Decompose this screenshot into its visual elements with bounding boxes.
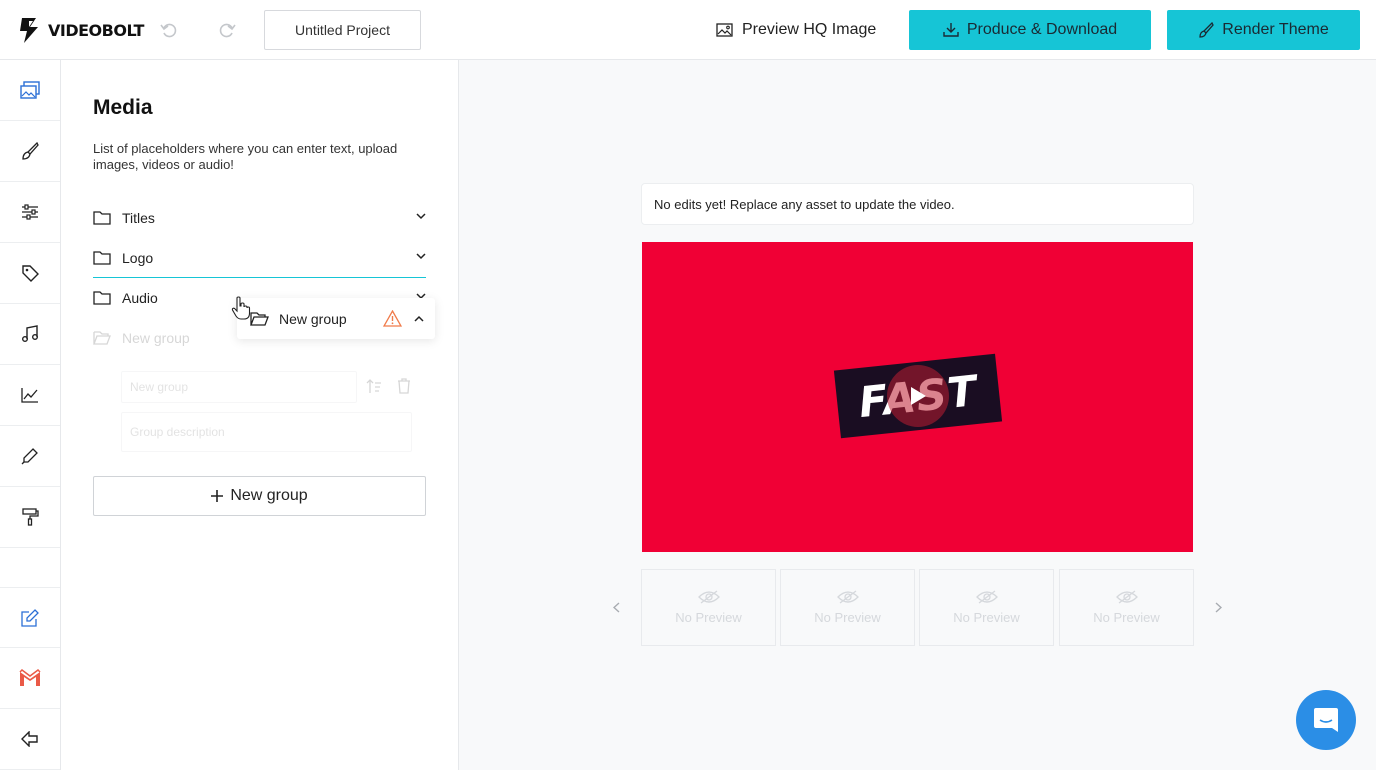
- group-row-titles[interactable]: Titles: [93, 198, 426, 238]
- dragged-group-card[interactable]: New group: [237, 298, 435, 339]
- image-icon: [716, 23, 733, 37]
- rail-media[interactable]: [0, 60, 60, 121]
- media-panel: Media List of placeholders where you can…: [61, 60, 459, 770]
- rail-adjustments[interactable]: [0, 182, 60, 243]
- thumbnails-prev-button[interactable]: [609, 600, 623, 614]
- open-folder-icon: [250, 311, 269, 326]
- sliders-icon: [22, 204, 38, 220]
- rail-brush[interactable]: [0, 121, 60, 182]
- group-label: Audio: [122, 290, 158, 306]
- hand-cursor-icon: [231, 296, 251, 320]
- rail-audio[interactable]: [0, 304, 60, 365]
- rail-edit[interactable]: [0, 587, 60, 648]
- folder-icon: [93, 291, 111, 305]
- dragged-group-label: New group: [279, 310, 347, 327]
- top-bar: VIDEOBOLT Untitled Project Preview HQ Im…: [0, 0, 1376, 60]
- thumbnail-label: No Preview: [1093, 610, 1160, 625]
- eye-off-icon: [975, 590, 998, 604]
- thumbnails-next-button[interactable]: [1211, 600, 1225, 614]
- group-label: New group: [122, 330, 190, 346]
- thumbnail-label: No Preview: [953, 610, 1020, 625]
- warning-icon: [383, 310, 402, 327]
- preview-hq-image-button[interactable]: Preview HQ Image: [710, 10, 885, 50]
- exit-icon: [21, 731, 38, 747]
- paint-roller-icon: [22, 508, 39, 526]
- eye-off-icon: [1115, 590, 1138, 604]
- logo-text: VIDEOBOLT: [48, 20, 144, 40]
- video-preview[interactable]: FAST: [642, 242, 1193, 552]
- panel-title: Media: [93, 96, 153, 119]
- folder-icon: [93, 250, 111, 265]
- no-edits-notice: No edits yet! Replace any asset to updat…: [641, 183, 1194, 225]
- play-icon: [911, 387, 926, 405]
- rail-paint[interactable]: [0, 487, 60, 548]
- rail-pen[interactable]: [0, 426, 60, 487]
- bolt-logo-icon: [20, 18, 38, 43]
- rail-exit[interactable]: [0, 709, 60, 770]
- trash-icon: [398, 378, 410, 394]
- brush-icon: [1199, 22, 1215, 38]
- redo-button[interactable]: [216, 19, 238, 41]
- logo[interactable]: VIDEOBOLT: [16, 15, 144, 45]
- preview-hq-label: Preview HQ Image: [742, 21, 877, 38]
- chevron-right-icon: [1215, 601, 1222, 613]
- ghost-group-description-input: Group description: [121, 412, 412, 452]
- group-label: Titles: [122, 210, 155, 226]
- rail-mail[interactable]: [0, 648, 60, 709]
- download-icon: [943, 23, 959, 37]
- folder-icon: [93, 211, 111, 225]
- sort-icon: [366, 379, 381, 393]
- eye-off-icon: [836, 590, 859, 604]
- redo-icon: [219, 23, 236, 38]
- chevron-left-icon: [612, 601, 619, 613]
- produce-download-button[interactable]: Produce & Download: [909, 10, 1151, 50]
- music-icon: [22, 325, 38, 342]
- thumbnail-2[interactable]: No Preview: [780, 569, 915, 646]
- tag-icon: [22, 265, 39, 282]
- undo-icon: [160, 23, 177, 38]
- eye-off-icon: [697, 590, 720, 604]
- pen-icon: [21, 448, 38, 465]
- rail-tags[interactable]: [0, 243, 60, 304]
- chat-icon: [1314, 708, 1338, 732]
- chart-icon: [21, 388, 38, 403]
- group-row-logo[interactable]: Logo: [93, 238, 426, 278]
- panel-description: List of placeholders where you can enter…: [93, 141, 398, 172]
- ghost-group-name-input: New group: [121, 371, 357, 403]
- plus-icon: [211, 490, 224, 502]
- group-label: Logo: [122, 249, 154, 266]
- gmail-icon: [19, 669, 41, 686]
- project-name-field[interactable]: Untitled Project: [264, 10, 421, 50]
- preview-area: No edits yet! Replace any asset to updat…: [459, 60, 1376, 770]
- chevron-down-icon[interactable]: [416, 212, 426, 220]
- left-rail: [0, 60, 61, 770]
- new-group-button[interactable]: New group: [93, 476, 426, 516]
- play-button[interactable]: [887, 365, 949, 427]
- undo-button[interactable]: [158, 19, 180, 41]
- thumbnail-label: No Preview: [814, 610, 881, 625]
- chevron-down-icon[interactable]: [416, 252, 426, 260]
- new-group-label: New group: [230, 487, 308, 504]
- thumbnail-3[interactable]: No Preview: [919, 569, 1054, 646]
- media-icon: [20, 81, 40, 99]
- thumbnail-label: No Preview: [675, 610, 742, 625]
- render-theme-button[interactable]: Render Theme: [1167, 10, 1360, 50]
- open-folder-icon: [93, 331, 111, 345]
- chat-support-button[interactable]: [1296, 690, 1356, 750]
- rail-analytics[interactable]: [0, 365, 60, 426]
- render-theme-label: Render Theme: [1222, 21, 1329, 38]
- thumbnail-4[interactable]: No Preview: [1059, 569, 1194, 646]
- edit-icon: [21, 608, 39, 627]
- brush-icon: [22, 142, 39, 160]
- thumbnail-1[interactable]: No Preview: [641, 569, 776, 646]
- chevron-up-icon[interactable]: [414, 315, 424, 323]
- produce-download-label: Produce & Download: [966, 21, 1118, 38]
